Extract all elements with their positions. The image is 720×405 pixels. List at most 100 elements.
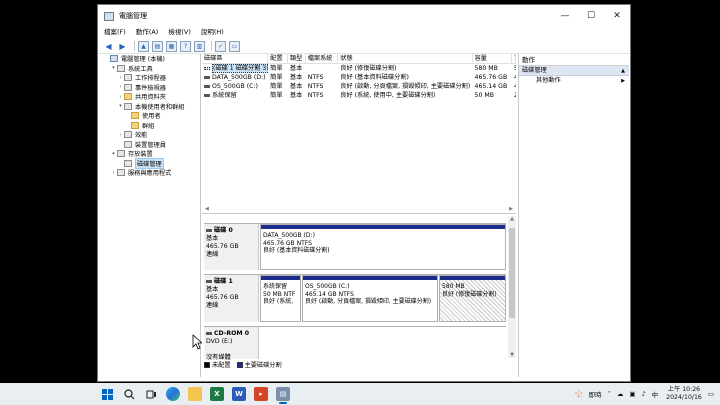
tree-item[interactable]: › 服務與應用程式 [101, 168, 200, 178]
partition-data-d[interactable]: DATA_500GB (D:) 465.76 GB NTFS 良好 (基本資料磁… [260, 224, 506, 270]
chevron-down-icon[interactable]: ▾ [110, 65, 117, 71]
tree-item[interactable]: 電腦管理 (本機) [101, 54, 200, 64]
tree-item[interactable]: 群組 [101, 121, 200, 131]
volume-cell: 580 MB [474, 65, 498, 72]
navigation-tree: 電腦管理 (本機) ▾ 系統工具 › 工作排程器 › 事件檢視器 › 共用資料夾 ▾ 本機使用者和群… [101, 54, 201, 377]
partition-system-reserved[interactable]: 系統保留 50 MB NTF 良好 (系統, [260, 275, 301, 322]
task-view-icon[interactable] [140, 383, 162, 405]
system-tray: ⚾ 即時 ˄ ☁ ▣ ♪ 中 上午 10:26 2024/10/16 ▭ [569, 383, 714, 405]
cdrom-icon [206, 331, 212, 335]
check-icon[interactable]: ✓ [215, 40, 226, 52]
volume-cell: 50 MB [474, 92, 494, 99]
chevron-right-icon[interactable]: › [117, 94, 124, 100]
scroll-left-icon[interactable]: ◀ [205, 206, 209, 212]
properties-icon[interactable]: ▦ [166, 40, 177, 52]
actions-section-disk-management[interactable]: 磁碟管理 ▲ [519, 66, 629, 76]
volume-cell: 良好 (修復磁碟分割) [340, 65, 397, 72]
powerpoint-icon[interactable]: ▸ [250, 383, 272, 405]
volume-icon[interactable]: ♪ [642, 390, 646, 398]
disk-list-icon[interactable]: ▥ [194, 40, 205, 52]
excel-icon[interactable]: X [206, 383, 228, 405]
tree-item[interactable]: 裝置管理員 [101, 140, 200, 150]
menu-action[interactable]: 動作(A) [136, 26, 159, 36]
menu-help[interactable]: 說明(H) [201, 26, 224, 36]
column-layout[interactable]: 配置 [268, 54, 288, 63]
chevron-right-icon[interactable]: › [117, 75, 124, 81]
chevron-right-icon[interactable]: › [110, 170, 117, 176]
tree-item-label: 本機使用者和群組 [135, 103, 185, 111]
column-file-system[interactable]: 檔案系統 [306, 54, 339, 63]
volume-row[interactable]: (磁碟 1 磁碟分割 3)簡單基本 良好 (修復磁碟分割) 580 MB 5 [202, 64, 516, 73]
computer-management-taskbar-icon[interactable]: ▤ [272, 383, 294, 405]
volume-row[interactable]: OS_500GB (C:) 簡單 基本 NTFS 良好 (啟動, 分頁檔案, 損毀傾印,… [202, 82, 516, 91]
column-capacity[interactable]: 容量 [473, 54, 512, 63]
cloud-icon[interactable]: ☁ [617, 390, 624, 398]
column-volume[interactable]: 磁碟區 [202, 54, 269, 63]
disk-view-icon[interactable]: ▭ [229, 40, 240, 52]
tree-item[interactable]: ▾ 系統工具 [101, 64, 200, 74]
tree-item[interactable]: 使用者 [101, 111, 200, 121]
volume-icon [204, 84, 210, 88]
volume-cell: 簡單 [270, 92, 283, 99]
volume-cell [306, 64, 339, 73]
tree-item-label: 系統工具 [128, 65, 153, 73]
volume-row[interactable]: 系統保留簡單基本 NTFS 良好 (系統, 使用中, 主要磁碟分割) 50 MB 2 [202, 91, 516, 100]
notification-icon[interactable]: ▭ [708, 390, 714, 398]
tree-item[interactable]: ▾ 本機使用者和群組 [101, 102, 200, 112]
services-icon [117, 169, 125, 177]
volume-cell: 465.14 GB [474, 83, 508, 90]
actions-more-actions[interactable]: 其他動作 ▶ [519, 76, 629, 86]
partition-os-c[interactable]: OS_500GB (C:) 465.14 GB NTFS 良好 (啟動, 分頁檔… [302, 275, 438, 322]
forward-arrow-icon[interactable]: ▶ [117, 41, 128, 52]
tree-item[interactable]: › 共用資料夾 [101, 92, 200, 102]
tree-item-label: 工作排程器 [135, 75, 166, 83]
chevron-down-icon[interactable]: ▾ [110, 151, 117, 157]
edge-icon[interactable] [162, 383, 184, 405]
disk-0-label[interactable]: 磁碟 0 基本 465.76 GB 連線 [204, 224, 259, 270]
scroll-down-icon[interactable]: ▼ [508, 352, 516, 358]
volume-icon [204, 75, 210, 79]
chevron-right-icon[interactable]: › [117, 84, 124, 90]
volume-name-cell: OS_500GB (C:) [202, 82, 268, 91]
menu-file[interactable]: 檔案(F) [104, 26, 126, 36]
chevron-up-icon[interactable]: ˄ [608, 390, 611, 398]
start-button[interactable] [96, 383, 118, 405]
scrollbar-thumb[interactable] [509, 228, 515, 318]
collapse-up-icon: ▲ [621, 68, 625, 74]
volume-row[interactable]: DATA_500GB (D:) 簡單 基本 NTFS 良好 (基本資料磁碟分割) 465.… [202, 73, 516, 82]
partition-recovery[interactable]: 580 MB 良好 (修復磁碟分割) [439, 275, 506, 322]
tree-item[interactable]: › 工作排程器 [101, 73, 200, 83]
chevron-right-icon[interactable]: › [117, 132, 124, 138]
up-folder-icon[interactable]: ▲ [138, 40, 149, 52]
horizontal-scrollbar[interactable]: ◀ ▶ [202, 205, 516, 213]
chevron-down-icon[interactable]: ▾ [117, 103, 124, 109]
mouse-cursor-icon [192, 334, 202, 350]
column-status[interactable]: 狀態 [338, 54, 473, 63]
legend-unallocated-swatch [204, 361, 210, 368]
column-type[interactable]: 類型 [288, 54, 306, 63]
network-icon[interactable]: ▣ [629, 390, 635, 398]
windows-logo-icon [101, 388, 113, 400]
menu-view[interactable]: 檢視(V) [168, 26, 191, 36]
file-explorer-icon[interactable] [184, 383, 206, 405]
scroll-right-icon[interactable]: ▶ [509, 206, 513, 212]
show-hide-tree-icon[interactable]: ▤ [152, 40, 163, 52]
tree-item-label: 服務與應用程式 [128, 170, 172, 178]
ime-indicator[interactable]: 中 [652, 389, 659, 399]
word-icon[interactable]: W [228, 383, 250, 405]
scroll-up-icon[interactable]: ▲ [508, 216, 516, 222]
volume-name-cell: DATA_500GB (D:) [202, 73, 268, 82]
disk-1-label[interactable]: 磁碟 1 基本 465.76 GB 連線 [204, 275, 259, 322]
help-icon[interactable]: ? [180, 40, 191, 52]
back-arrow-icon[interactable]: ◀ [103, 41, 114, 52]
tray-news-label[interactable]: 即時 [589, 389, 602, 399]
tree-item[interactable]: 磁碟管理 [101, 157, 200, 169]
tree-item[interactable]: › 效能 [101, 130, 200, 140]
clock[interactable]: 上午 10:26 2024/10/16 [666, 386, 702, 402]
search-icon[interactable] [118, 383, 140, 405]
tree-item[interactable]: › 事件檢視器 [101, 83, 200, 93]
mlb-icon[interactable]: ⚾ [575, 390, 583, 398]
cdrom-0-label[interactable]: CD-ROM 0 DVD (E:) 沒有媒體 [204, 327, 259, 361]
column-free[interactable]: 可 [512, 54, 516, 63]
vertical-scrollbar[interactable]: ▲ ▼ [508, 216, 516, 358]
